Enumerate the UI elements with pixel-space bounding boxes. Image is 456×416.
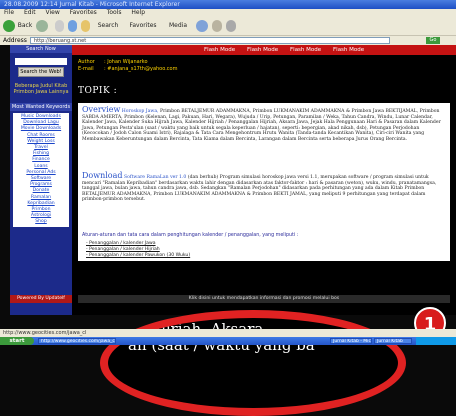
author-label: Author xyxy=(78,59,95,65)
window-title: 28.08.2009 12:14 Jurnal Kitab - Microsof… xyxy=(0,0,456,9)
overview-text: Primbon BETALJEMUR ADAMMAKNA, Primbon LU… xyxy=(82,109,441,142)
stop-icon[interactable] xyxy=(55,20,64,32)
address-field[interactable]: http://beruang.st.net xyxy=(30,37,390,44)
sidebar: Search Now Search the Web! Beberapa Judu… xyxy=(10,45,72,315)
menu-favorites[interactable]: Favorites xyxy=(70,9,97,16)
nav-bar: Flash Mode Flash Mode Flash Mode Flash M… xyxy=(72,45,456,55)
print-icon[interactable] xyxy=(226,20,236,32)
menu-file[interactable]: File xyxy=(4,9,14,16)
taskbar-item[interactable]: http://www.geocities.com/jawa_cl xyxy=(38,338,116,344)
email-value[interactable]: : #anjana_s17th@yahoo.com xyxy=(104,66,177,72)
download-item[interactable]: - Penanggalan / kalender Jawa xyxy=(86,241,156,246)
media-button[interactable]: Media xyxy=(166,20,190,32)
email-label: E-mail xyxy=(78,66,94,72)
aturan-line: Aturan-aturan dan tata cara dalam penghi… xyxy=(82,233,299,238)
menu-edit[interactable]: Edit xyxy=(24,9,36,16)
magnifier-overlay: Hijriah, Aksara an (saat / waktu yang ba xyxy=(100,310,406,416)
search-title: Search Now xyxy=(10,45,72,53)
favorites-button[interactable]: Favorites xyxy=(126,20,160,32)
menu-bar: File Edit View Favorites Tools Help xyxy=(0,9,456,17)
menu-view[interactable]: View xyxy=(46,9,60,16)
nav-flash-1[interactable]: Flash Mode xyxy=(204,45,235,55)
system-tray xyxy=(416,337,456,345)
download-heading: Download xyxy=(82,171,123,180)
menu-tools[interactable]: Tools xyxy=(107,9,122,16)
refresh-icon[interactable] xyxy=(68,20,77,32)
powered-by-footer[interactable]: Powered By Updatelf xyxy=(10,295,72,303)
address-label: Address xyxy=(3,37,27,44)
sidebar-note[interactable]: Beberapa Judul Kitab Primbon Jawa Lainny… xyxy=(12,83,70,95)
topic-heading: TOPIK : xyxy=(78,86,118,96)
address-bar: Address http://beruang.st.net Go xyxy=(0,36,456,45)
history-icon[interactable] xyxy=(196,20,208,32)
taskbar-item[interactable]: Jurnal Kitab - Mic... xyxy=(330,338,372,344)
keywords-title: Most Wanted Keywords xyxy=(10,103,72,111)
sidebar-link[interactable]: Shop xyxy=(13,219,69,225)
main-content: Flash Mode Flash Mode Flash Mode Flash M… xyxy=(72,45,456,315)
content-box: Overview Horoskop Jawa, Primbon BETALJEM… xyxy=(78,103,450,261)
download-link[interactable]: Software RamaLan ver 1.0 xyxy=(124,175,186,180)
taskbar-item[interactable]: Jurnal Kitab xyxy=(374,338,412,344)
download-paragraph: Download Software RamaLan ver 1.0 (dan b… xyxy=(82,171,444,203)
home-icon[interactable] xyxy=(81,20,90,32)
overview-link[interactable]: Horoskop Jawa, xyxy=(122,109,159,114)
download-item[interactable]: - Penanggalan / kalender Pawukon (30 Wuk… xyxy=(86,253,190,258)
overview-paragraph: Overview Horoskop Jawa, Primbon BETALJEM… xyxy=(82,105,444,143)
sidebar-link[interactable]: Movie Downloads xyxy=(13,126,69,132)
nav-flash-4[interactable]: Flash Mode xyxy=(333,45,364,55)
keyword-links: Music Downloads Download Lagu Movie Down… xyxy=(13,113,69,227)
web-page: Search Now Search the Web! Beberapa Judu… xyxy=(10,45,456,315)
back-button[interactable]: Back xyxy=(17,20,33,32)
overview-heading: Overview xyxy=(82,105,121,114)
forward-arrow-icon[interactable] xyxy=(36,20,48,32)
go-button[interactable]: Go xyxy=(426,37,440,44)
back-arrow-icon[interactable] xyxy=(3,20,15,32)
search-button[interactable]: Search xyxy=(96,20,120,32)
author-value: : Johan Wijanarko xyxy=(104,59,148,65)
menu-help[interactable]: Help xyxy=(131,9,145,16)
mail-icon[interactable] xyxy=(212,20,222,32)
taskbar: start http://www.geocities.com/jawa_cl J… xyxy=(0,337,456,345)
search-web-button[interactable]: Search the Web! xyxy=(18,67,64,77)
nav-flash-3[interactable]: Flash Mode xyxy=(290,45,321,55)
status-bar: http://www.geocities.com/jawa_cl xyxy=(0,329,456,337)
author-info: Author : Johan Wijanarko E-mail : #anjana_… xyxy=(78,59,177,73)
download-item[interactable]: - Penanggalan / kalender Hijriah xyxy=(86,247,160,252)
search-input[interactable] xyxy=(15,58,67,65)
nav-flash-2[interactable]: Flash Mode xyxy=(247,45,278,55)
browser-toolbar: Back Search Favorites Media xyxy=(0,17,456,36)
start-button[interactable]: start xyxy=(0,337,34,345)
promo-band[interactable]: Klik disini untuk mendapatkan informasi … xyxy=(78,295,450,303)
